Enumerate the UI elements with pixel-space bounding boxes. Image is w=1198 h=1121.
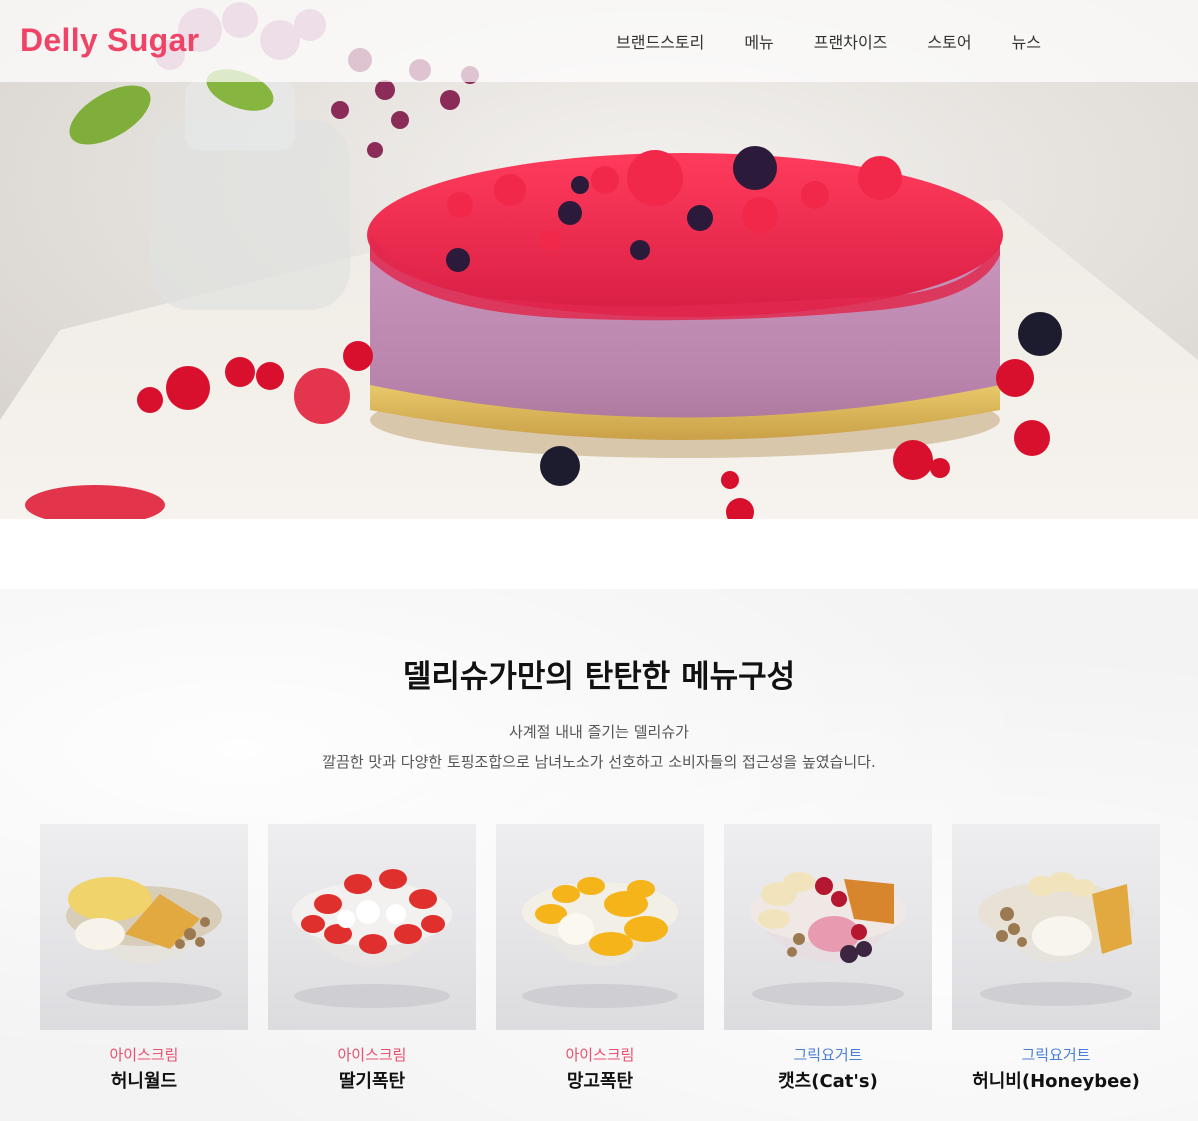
menu-card-image[interactable] xyxy=(724,824,932,1030)
menu-card-name: 허니월드 xyxy=(110,1071,178,1092)
section-description-line-1: 사계절 내내 즐기는 델리슈가 xyxy=(509,723,689,741)
menu-card-name: 허니비(Honeybee) xyxy=(972,1071,1140,1092)
nav-item-store[interactable]: 스토어 xyxy=(907,29,991,53)
menu-card[interactable]: 아이스크림 망고폭탄 xyxy=(496,824,704,1093)
menu-card-category: 그릭요거트 xyxy=(793,1046,863,1064)
menu-section: 델리슈가만의 탄탄한 메뉴구성 사계절 내내 즐기는 델리슈가 깔끔한 맛과 다… xyxy=(0,589,1198,1121)
menu-card-image[interactable] xyxy=(40,824,248,1030)
menu-card-name: 망고폭탄 xyxy=(566,1071,634,1092)
menu-card-category: 아이스크림 xyxy=(337,1046,407,1064)
menu-card-list: 아이스크림 허니월드 아이스크림 딸기폭탄 아이스크림 망고폭탄 그릭요거트 캣… xyxy=(40,824,1160,1114)
menu-card-category: 그릭요거트 xyxy=(1021,1046,1091,1064)
menu-card-image[interactable] xyxy=(268,824,476,1030)
section-description: 사계절 내내 즐기는 델리슈가 깔끔한 맛과 다양한 토핑조합으로 남녀노소가 … xyxy=(0,717,1198,777)
menu-card[interactable]: 그릭요거트 허니비(Honeybee) xyxy=(952,824,1160,1093)
menu-card-name: 캣츠(Cat's) xyxy=(778,1071,878,1092)
menu-card[interactable]: 그릭요거트 캣츠(Cat's) xyxy=(724,824,932,1093)
brand-logo[interactable]: Delly Sugar xyxy=(20,22,199,59)
nav-item-news[interactable]: 뉴스 xyxy=(992,29,1061,53)
nav-item-menu[interactable]: 메뉴 xyxy=(724,29,793,53)
menu-card-category: 아이스크림 xyxy=(565,1046,635,1064)
section-title: 델리슈가만의 탄탄한 메뉴구성 xyxy=(402,659,796,695)
section-description-line-2: 깔끔한 맛과 다양한 토핑조합으로 남녀노소가 선호하고 소비자들의 접근성을 … xyxy=(322,753,876,771)
top-navigation: Delly Sugar 브랜드스토리 메뉴 프랜차이즈 스토어 뉴스 xyxy=(0,0,1198,82)
menu-card-name: 딸기폭탄 xyxy=(338,1071,406,1092)
menu-card-image[interactable] xyxy=(496,824,704,1030)
menu-card-image[interactable] xyxy=(952,824,1160,1030)
menu-card[interactable]: 아이스크림 딸기폭탄 xyxy=(268,824,476,1093)
main-menu: 브랜드스토리 메뉴 프랜차이즈 스토어 뉴스 xyxy=(596,0,1061,82)
nav-item-franchise[interactable]: 프랜차이즈 xyxy=(794,29,908,53)
nav-item-brand-story[interactable]: 브랜드스토리 xyxy=(596,29,724,53)
menu-card-category: 아이스크림 xyxy=(109,1046,179,1064)
menu-card[interactable]: 아이스크림 허니월드 xyxy=(40,824,248,1093)
